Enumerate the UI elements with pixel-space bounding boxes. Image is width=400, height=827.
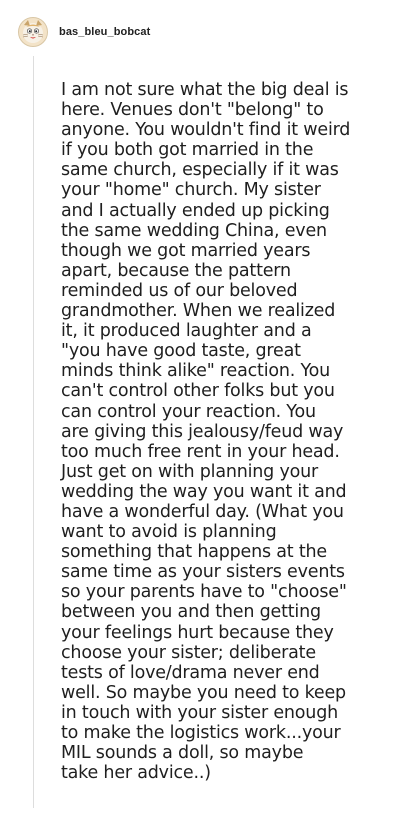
comment-line: between you and then getting — [61, 602, 321, 623]
comment-text: I am not sure what the big deal is here.… — [61, 80, 391, 783]
comment-line: too much free rent in your head. — [61, 441, 340, 462]
comment-line: to make the logistics work...your — [61, 723, 341, 743]
comment-line: though we got married years — [61, 240, 311, 261]
comment-line: here. Venues don't "belong" to — [61, 100, 324, 121]
comment-line: and I actually ended up picking — [61, 200, 330, 221]
comment-line: your feelings hurt because they — [61, 622, 334, 643]
comment-line: I am not sure what the big deal is — [61, 80, 349, 100]
comment-line: can't control other folks but you — [61, 381, 335, 402]
comment-header: bas_bleu_bobcat — [18, 16, 150, 48]
comment-line: "you have good taste, great — [61, 341, 301, 362]
comment-line: MIL sounds a doll, so maybe — [61, 743, 304, 764]
bobcat-face-icon — [22, 20, 44, 43]
comment-line: have a wonderful day. (What you — [61, 501, 344, 522]
comment-line: want to avoid is planning — [61, 522, 277, 543]
comment-line: your "home" church. My sister — [61, 180, 321, 201]
comment-line: take her advice..) — [61, 763, 211, 784]
comment-line: same church, especially if it was — [61, 160, 339, 181]
comment-line: it, it produced laughter and a — [61, 321, 312, 342]
comment-line: wedding the way you want it and — [61, 481, 347, 502]
comment-line: anyone. You wouldn't find it weird — [61, 120, 351, 141]
username-link[interactable]: bas_bleu_bobcat — [59, 26, 150, 38]
comment-line: tests of love/drama never end — [61, 662, 320, 683]
comment-line: can control your reaction. You — [61, 401, 316, 422]
comment-line: apart, because the pattern — [61, 260, 291, 281]
bobcat-avatar-icon[interactable] — [18, 17, 48, 47]
comment-card: bas_bleu_bobcat I am not sure what the b… — [0, 0, 400, 827]
comment-line: same time as your sisters events — [61, 562, 345, 583]
comment-line: choose your sister; deliberate — [61, 642, 316, 663]
comment-line: something that happens at the — [61, 542, 327, 563]
comment-line: in touch with your sister enough — [61, 702, 338, 723]
comment-line: so your parents have to "choose" — [61, 582, 347, 603]
comment-line: well. So maybe you need to keep — [61, 682, 346, 703]
comment-line: are giving this jealousy/feud way — [61, 421, 344, 442]
comment-line: grandmother. When we realized — [61, 301, 336, 322]
comment-line: Just get on with planning your — [61, 461, 318, 482]
comment-line: minds think alike" reaction. You — [61, 361, 331, 382]
comment-line: the same wedding China, even — [61, 220, 327, 241]
comment-line: reminded us of our beloved — [61, 280, 298, 301]
comment-line: if you both got married in the — [61, 140, 314, 161]
thread-line — [33, 56, 34, 808]
